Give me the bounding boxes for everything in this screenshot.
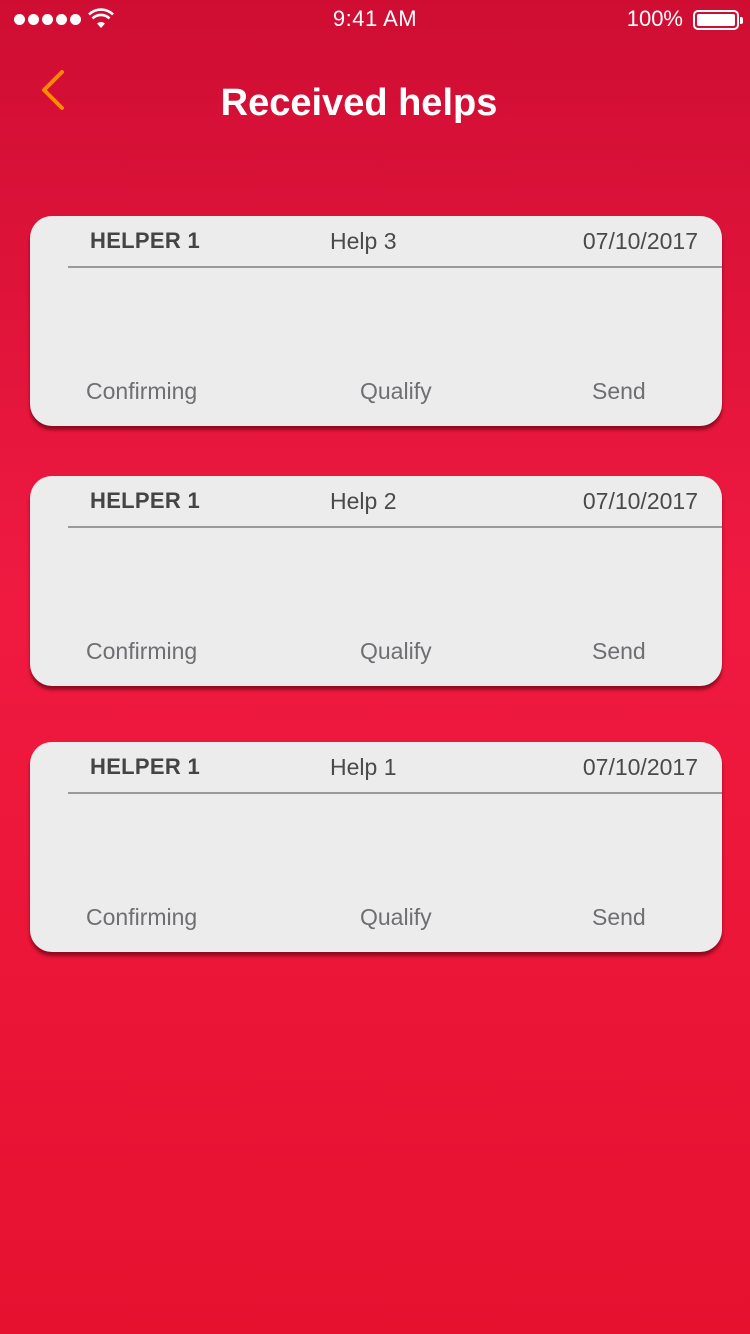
card-divider bbox=[68, 526, 722, 528]
qualify-button[interactable]: Qualify bbox=[360, 378, 432, 405]
confirming-button[interactable]: Confirming bbox=[86, 904, 197, 931]
qualify-button[interactable]: Qualify bbox=[360, 904, 432, 931]
help-card[interactable]: HELPER 1 Help 2 07/10/2017 Confirming Qu… bbox=[30, 476, 722, 686]
send-button[interactable]: Send bbox=[592, 638, 646, 665]
qualify-button[interactable]: Qualify bbox=[360, 638, 432, 665]
help-card[interactable]: HELPER 1 Help 1 07/10/2017 Confirming Qu… bbox=[30, 742, 722, 952]
help-date: 07/10/2017 bbox=[582, 754, 698, 780]
help-date: 07/10/2017 bbox=[582, 228, 698, 254]
confirming-button[interactable]: Confirming bbox=[86, 378, 197, 405]
send-button[interactable]: Send bbox=[592, 378, 646, 405]
helper-name: HELPER 1 bbox=[90, 488, 200, 513]
help-title: Help 3 bbox=[330, 228, 397, 254]
battery-icon bbox=[693, 10, 743, 30]
help-title: Help 2 bbox=[330, 488, 397, 514]
help-card[interactable]: HELPER 1 Help 3 07/10/2017 Confirming Qu… bbox=[30, 216, 722, 426]
battery-percentage: 100% bbox=[626, 6, 683, 31]
status-bar: 9:41 AM 100% bbox=[0, 0, 750, 40]
page-title: Received helps bbox=[220, 82, 498, 124]
helper-name: HELPER 1 bbox=[90, 228, 200, 253]
card-divider bbox=[68, 792, 722, 794]
helper-name: HELPER 1 bbox=[90, 754, 200, 779]
help-date: 07/10/2017 bbox=[582, 488, 698, 514]
send-button[interactable]: Send bbox=[592, 904, 646, 931]
confirming-button[interactable]: Confirming bbox=[86, 638, 197, 665]
help-title: Help 1 bbox=[330, 754, 397, 780]
card-divider bbox=[68, 266, 722, 268]
